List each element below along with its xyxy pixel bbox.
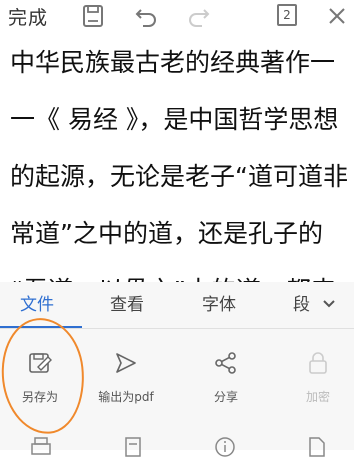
encrypt-button[interactable]: 加密 (278, 332, 354, 412)
tool-label: 加密 (305, 390, 330, 404)
tab-file[interactable]: 文件 (20, 290, 54, 315)
redo-icon[interactable] (186, 3, 212, 29)
tab-font[interactable]: 字体 (202, 290, 236, 315)
tab-paragraph[interactable]: 段 (293, 290, 310, 315)
document-line: 的起源，无论是老子“道可道非 (10, 162, 348, 191)
done-button[interactable]: 完成 (8, 3, 48, 30)
export-pdf-icon (113, 350, 139, 376)
document-line: 一《 易经 》，是中国哲学思想 (10, 105, 339, 134)
export-pdf-button[interactable]: 输出为pdf (86, 332, 166, 412)
document-line: 中华民族最古老的经典著作一 (10, 48, 336, 77)
document-icon[interactable] (122, 436, 144, 458)
tabs-icon[interactable]: 2 (277, 4, 297, 26)
document-body[interactable]: 中华民族最古老的经典著作一 一《 易经 》，是中国哲学思想 的起源，无论是老子“… (0, 34, 354, 282)
undo-icon[interactable] (133, 3, 159, 29)
close-icon[interactable] (324, 3, 350, 29)
info-icon[interactable] (214, 436, 236, 458)
print-icon[interactable] (30, 436, 52, 458)
file-icon[interactable] (306, 436, 328, 458)
tool-row-partial (0, 432, 354, 457)
document-line: “吾道一以贯之”中的道，都来 (0, 262, 350, 282)
save-icon[interactable] (80, 3, 106, 29)
lock-icon (305, 350, 331, 376)
tool-label: 分享 (213, 390, 238, 404)
tool-label: 输出为pdf (98, 390, 154, 404)
top-toolbar: 完成 2 (0, 0, 354, 32)
more-tabs-icon[interactable] (322, 296, 336, 310)
menu-tabs: 文件 查看 字体 段 (0, 282, 354, 324)
tab-view[interactable]: 查看 (110, 290, 144, 315)
share-icon (213, 350, 239, 376)
share-button[interactable]: 分享 (186, 332, 266, 412)
document-line: 常道”之中的道，还是孔子的 (10, 219, 323, 248)
